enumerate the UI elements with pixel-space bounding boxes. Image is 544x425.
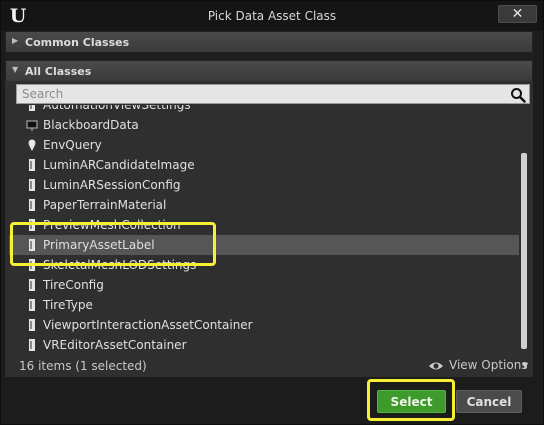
search-icon[interactable] — [510, 87, 526, 103]
class-list-item[interactable]: EnvQuery — [9, 135, 519, 155]
chevron-down-icon: ▼ — [522, 361, 529, 370]
expand-arrow-icon: ▼ — [12, 65, 19, 74]
class-list-item[interactable]: VREditorAssetContainer — [9, 335, 519, 354]
common-classes-header[interactable]: ▶ Common Classes — [5, 31, 533, 53]
scrollbar-thumb[interactable] — [521, 153, 527, 349]
class-list-item-label: ViewportInteractionAssetContainer — [43, 318, 253, 332]
class-list-item[interactable]: BlackboardData — [9, 115, 519, 135]
class-list-item[interactable]: LuminARCandidateImage — [9, 155, 519, 175]
class-list-item[interactable]: AutomationViewSettings — [9, 105, 519, 115]
class-list-item-label: EnvQuery — [43, 138, 102, 152]
data-asset-icon — [29, 159, 35, 171]
class-list-item-label: VREditorAssetContainer — [43, 338, 187, 352]
class-list-item[interactable]: ViewportInteractionAssetContainer — [9, 315, 519, 335]
data-asset-icon — [29, 319, 35, 331]
class-list-item-label: TireConfig — [43, 278, 104, 292]
list-scrollbar[interactable] — [519, 105, 529, 354]
class-list-item-label: AutomationViewSettings — [43, 105, 191, 112]
class-list-item[interactable]: TireConfig — [9, 275, 519, 295]
view-options-label: View Options — [449, 358, 528, 372]
class-list-item-label: LuminARCandidateImage — [43, 158, 195, 172]
all-classes-header[interactable]: ▼ All Classes — [5, 60, 533, 82]
close-button[interactable]: ✕ — [498, 5, 537, 23]
class-list-item[interactable]: LuminARSessionConfig — [9, 175, 519, 195]
item-count-status: 16 items (1 selected) — [19, 359, 147, 373]
window-title: Pick Data Asset Class — [207, 9, 337, 23]
data-asset-icon — [29, 279, 35, 291]
eye-icon — [429, 362, 443, 370]
search-input[interactable]: Search — [16, 84, 530, 104]
cancel-button[interactable]: Cancel — [456, 390, 522, 413]
data-asset-icon — [29, 339, 35, 351]
search-placeholder: Search — [22, 87, 64, 101]
select-button-highlight — [367, 379, 455, 421]
selected-row-highlight — [10, 222, 216, 266]
env-query-icon — [28, 139, 36, 151]
data-asset-icon — [29, 179, 35, 191]
class-list-item-label: TireType — [43, 298, 93, 312]
blackboard-icon — [26, 120, 38, 131]
title-bar[interactable]: U Pick Data Asset Class ✕ — [1, 1, 543, 31]
class-list-item-label: LuminARSessionConfig — [43, 178, 181, 192]
class-list-item-label: PaperTerrainMaterial — [43, 198, 167, 212]
collapse-arrow-icon: ▶ — [12, 36, 19, 45]
class-list-item-label: BlackboardData — [43, 118, 139, 132]
data-asset-icon — [29, 105, 35, 111]
class-list-item[interactable]: TireType — [9, 295, 519, 315]
class-list-item[interactable]: PaperTerrainMaterial — [9, 195, 519, 215]
pick-data-asset-class-dialog: U Pick Data Asset Class ✕ ▶ Common Class… — [0, 0, 544, 425]
data-asset-icon — [29, 299, 35, 311]
common-classes-label: Common Classes — [25, 36, 130, 49]
all-classes-label: All Classes — [25, 65, 92, 78]
data-asset-icon — [29, 199, 35, 211]
